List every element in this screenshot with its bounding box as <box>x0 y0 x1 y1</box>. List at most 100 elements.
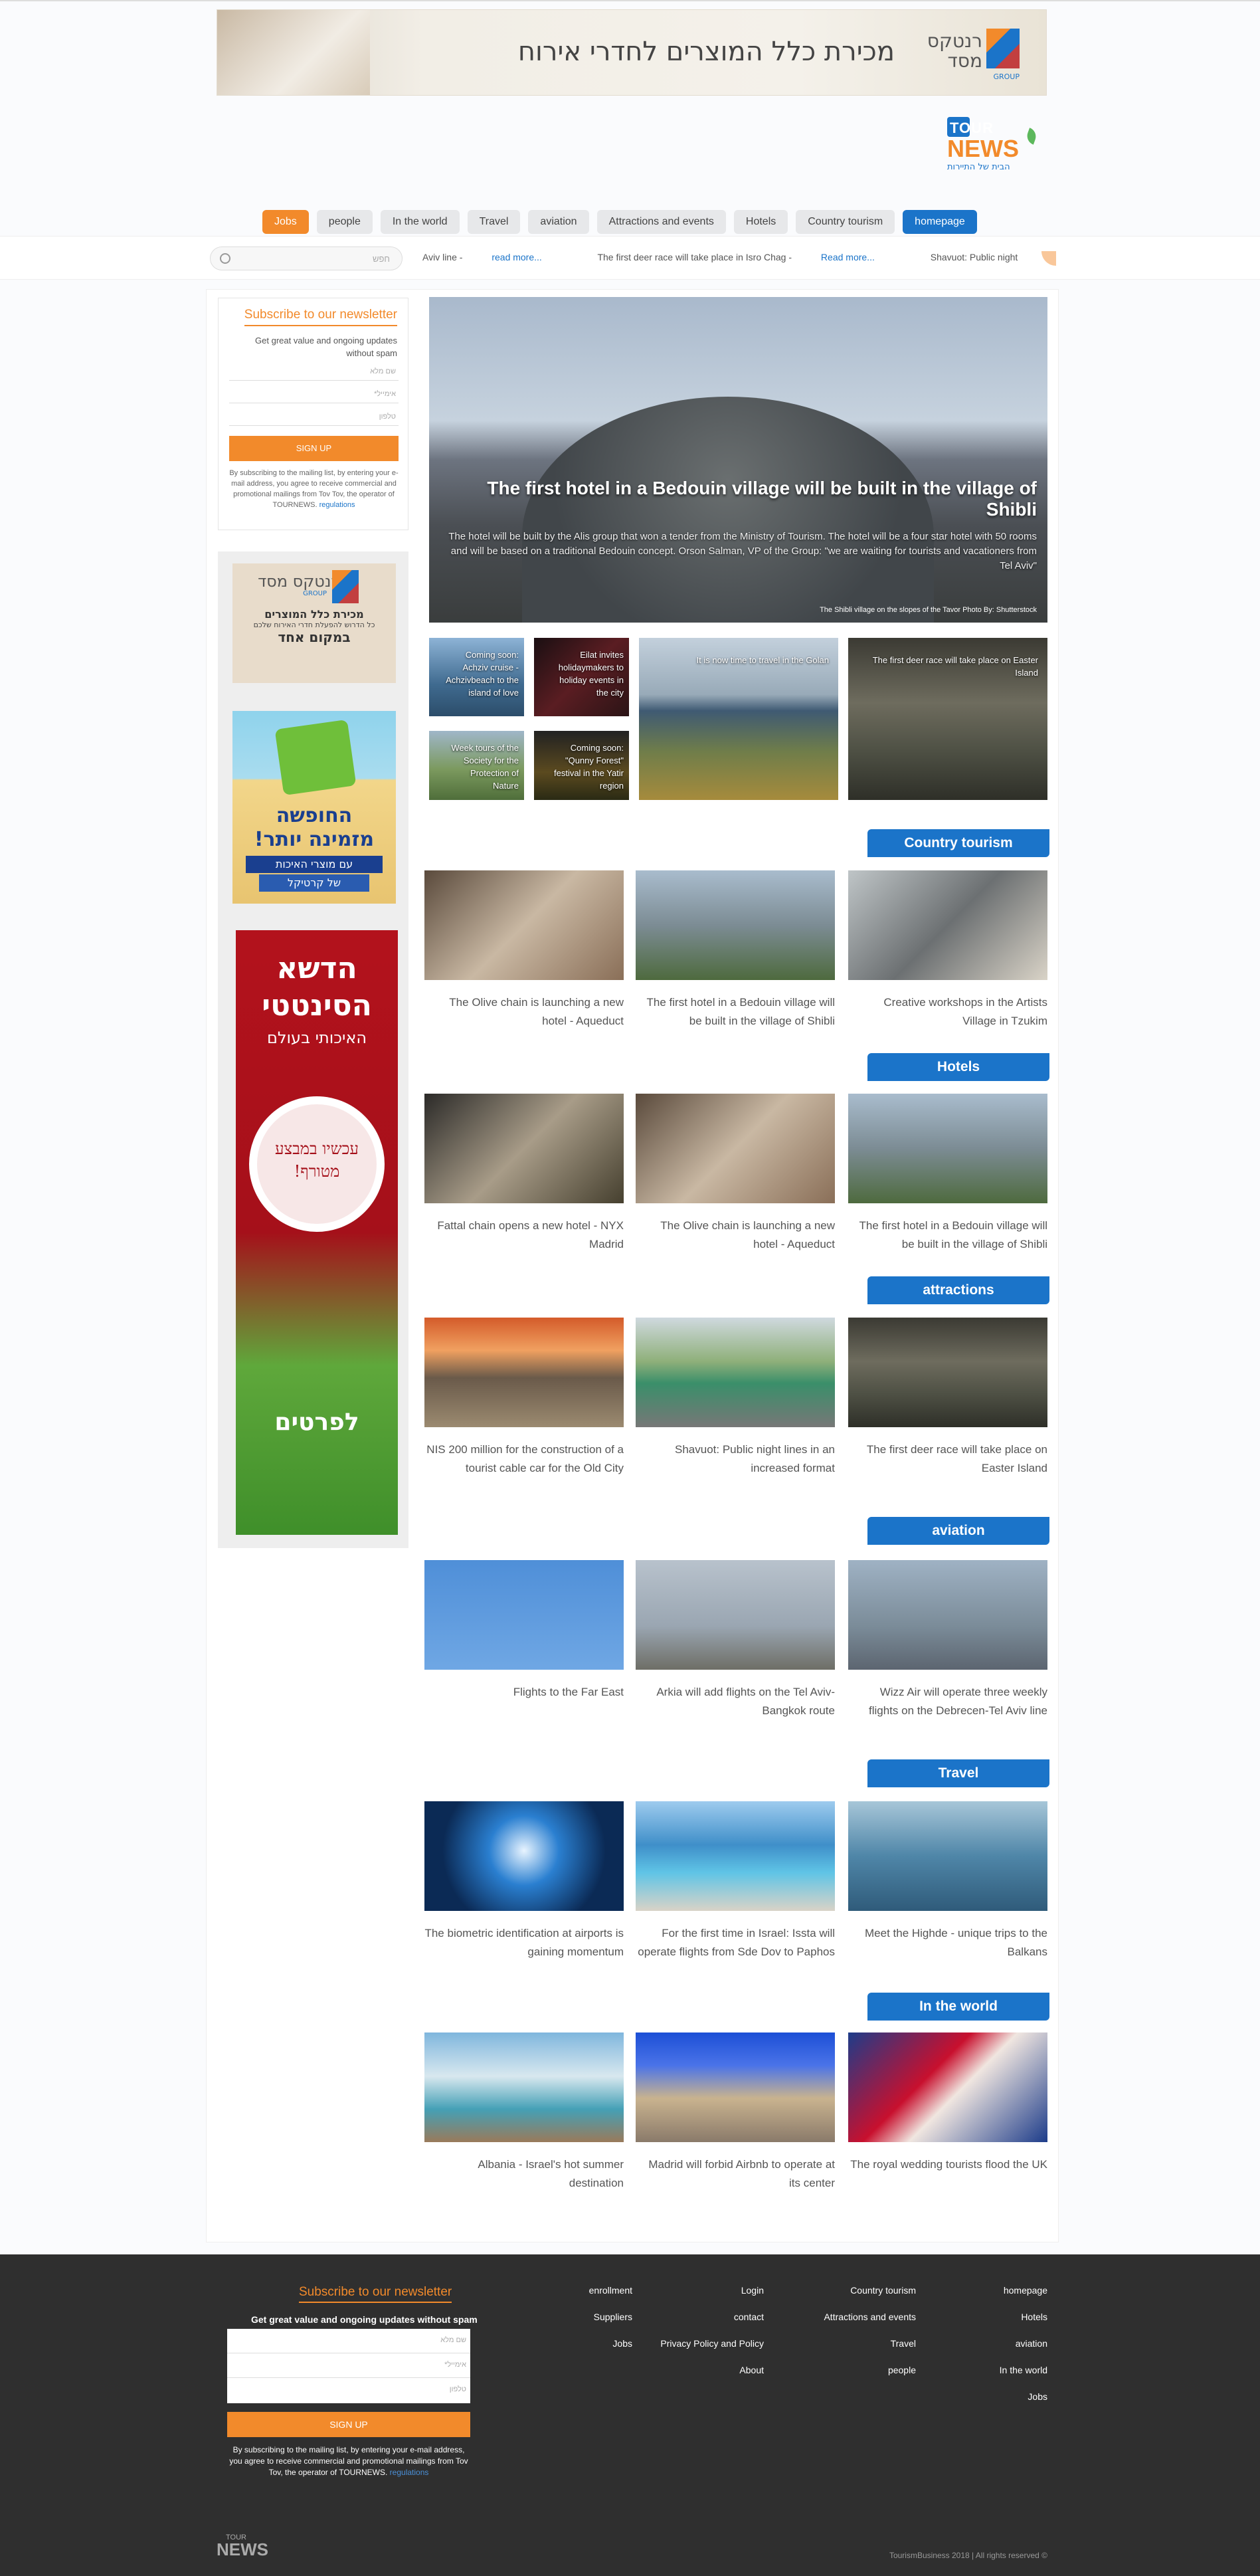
article-thumbnail[interactable] <box>424 1094 624 1203</box>
rss-icon[interactable] <box>1041 251 1056 266</box>
mini-article[interactable]: The first deer race will take place on E… <box>848 638 1047 800</box>
footer-link-contact[interactable]: contact <box>734 2312 764 2322</box>
section-header[interactable]: aviation <box>867 1517 1049 1545</box>
article-title[interactable]: The first hotel in a Bedouin village wil… <box>848 1217 1047 1254</box>
article-title[interactable]: Albania - Israel's hot summer destinatio… <box>424 2155 624 2193</box>
footer-link-travel[interactable]: Travel <box>891 2338 916 2349</box>
article-thumbnail[interactable] <box>424 1318 624 1427</box>
ticker-item[interactable]: Aviv line - read more... <box>422 252 569 262</box>
article-card[interactable]: NIS 200 million for the construction of … <box>424 1318 624 1478</box>
footer-link-hotels[interactable]: Hotels <box>1021 2312 1047 2322</box>
article-thumbnail[interactable] <box>424 1801 624 1911</box>
nav-aviation[interactable]: aviation <box>528 210 589 234</box>
article-thumbnail[interactable] <box>424 2032 624 2142</box>
footer-link-attractions[interactable]: Attractions and events <box>824 2312 916 2322</box>
article-card[interactable]: For the first time in Israel: Issta will… <box>636 1801 835 1961</box>
mini-article[interactable]: Coming soon: Achziv cruise - Achzivbeach… <box>429 638 524 716</box>
article-card[interactable]: The first hotel in a Bedouin village wil… <box>636 870 835 1031</box>
footer-link-homepage[interactable]: homepage <box>1004 2285 1047 2296</box>
section-header[interactable]: Hotels <box>867 1053 1049 1081</box>
ad-holiday[interactable]: החופשה מזמינה יותר! עם מוצרי האיכות של ק… <box>232 711 396 904</box>
article-thumbnail[interactable] <box>424 870 624 980</box>
article-thumbnail[interactable] <box>636 1318 835 1427</box>
article-card[interactable]: The royal wedding tourists flood the UK <box>848 2032 1047 2174</box>
article-card[interactable]: Shavuot: Public night lines in an increa… <box>636 1318 835 1478</box>
footer-email-field[interactable]: אימייל* <box>227 2353 470 2378</box>
footer-link-about[interactable]: About <box>739 2365 764 2375</box>
hero-title[interactable]: The first hotel in a Bedouin village wil… <box>439 478 1037 520</box>
article-title[interactable]: The first hotel in a Bedouin village wil… <box>636 993 835 1031</box>
section-header[interactable]: Travel <box>867 1759 1049 1787</box>
mini-article[interactable]: Week tours of the Society for the Protec… <box>429 731 524 800</box>
search-icon[interactable] <box>220 253 230 264</box>
article-thumbnail[interactable] <box>848 1318 1047 1427</box>
article-thumbnail[interactable] <box>636 870 835 980</box>
footer-link-country-tourism[interactable]: Country tourism <box>850 2285 916 2296</box>
article-card[interactable]: Madrid will forbid Airbnb to operate at … <box>636 2032 835 2193</box>
phone-field[interactable]: טלפון <box>229 407 399 426</box>
mini-article[interactable]: Coming soon: "Qunny Forest" festival in … <box>534 731 629 800</box>
article-thumbnail[interactable] <box>848 1801 1047 1911</box>
nav-travel[interactable]: Travel <box>467 210 521 234</box>
nav-in-the-world[interactable]: In the world <box>380 210 460 234</box>
name-field[interactable]: שם מלא <box>229 362 399 381</box>
footer-regulations-link[interactable]: regulations <box>390 2468 429 2477</box>
section-header[interactable]: In the world <box>867 1993 1049 2021</box>
article-card[interactable]: Albania - Israel's hot summer destinatio… <box>424 2032 624 2193</box>
article-title[interactable]: For the first time in Israel: Issta will… <box>636 1924 835 1961</box>
nav-country-tourism[interactable]: Country tourism <box>796 210 895 234</box>
article-title[interactable]: Wizz Air will operate three weekly fligh… <box>848 1683 1047 1720</box>
ticker-item[interactable]: Shavuot: Public night lines in an increa… <box>931 252 1020 262</box>
search-box[interactable]: חפש <box>210 247 403 270</box>
article-title[interactable]: Shavuot: Public night lines in an increa… <box>636 1440 835 1478</box>
article-card[interactable]: Flights to the Far East <box>424 1560 624 1702</box>
footer-link-privacy[interactable]: Privacy Policy and Policy <box>660 2338 764 2349</box>
article-card[interactable]: The Olive chain is launching a new hotel… <box>636 1094 835 1254</box>
article-title[interactable]: The first deer race will take place on E… <box>848 1440 1047 1478</box>
nav-jobs[interactable]: Jobs <box>262 210 309 234</box>
footer-logo[interactable]: TOUR NEWS <box>217 2533 270 2560</box>
article-card[interactable]: The first hotel in a Bedouin village wil… <box>848 1094 1047 1254</box>
ad-rentex[interactable]: רנטקס מסד GROUP מכירת כלל המוצרים כל הדר… <box>232 563 396 683</box>
article-card[interactable]: Meet the Highde - unique trips to the Ba… <box>848 1801 1047 1961</box>
article-title[interactable]: Madrid will forbid Airbnb to operate at … <box>636 2155 835 2193</box>
article-title[interactable]: Flights to the Far East <box>424 1683 624 1702</box>
article-thumbnail[interactable] <box>636 1801 835 1911</box>
article-card[interactable]: The Olive chain is launching a new hotel… <box>424 870 624 1031</box>
article-title[interactable]: The biometric identification at airports… <box>424 1924 624 1961</box>
hero-article[interactable]: The first hotel in a Bedouin village wil… <box>429 297 1047 623</box>
footer-link-aviation[interactable]: aviation <box>1016 2338 1047 2349</box>
ad-synthetic-grass[interactable]: הדשא הסינטטי האיכותי בעולם עכשיו במבצע מ… <box>236 930 398 1535</box>
footer-link-jobs-2[interactable]: Jobs <box>1028 2391 1047 2402</box>
article-thumbnail[interactable] <box>848 1094 1047 1203</box>
mini-article[interactable]: It is now time to travel in the Golan <box>639 638 838 800</box>
article-title[interactable]: The Olive chain is launching a new hotel… <box>636 1217 835 1254</box>
top-banner-ad[interactable]: מכירת כלל המוצרים לחדרי אירוח רנטקס מסד … <box>217 9 1047 96</box>
article-thumbnail[interactable] <box>424 1560 624 1670</box>
footer-link-login[interactable]: Login <box>741 2285 764 2296</box>
article-title[interactable]: NIS 200 million for the construction of … <box>424 1440 624 1478</box>
search-input[interactable]: חפש <box>373 254 390 264</box>
article-card[interactable]: Fattal chain opens a new hotel - NYX Mad… <box>424 1094 624 1254</box>
article-card[interactable]: Creative workshops in the Artists Villag… <box>848 870 1047 1031</box>
footer-link-in-the-world[interactable]: In the world <box>1000 2365 1047 2375</box>
article-title[interactable]: Meet the Highde - unique trips to the Ba… <box>848 1924 1047 1961</box>
ticker-item[interactable]: The first deer race will take place in I… <box>597 252 901 262</box>
email-field[interactable]: אימייל* <box>229 385 399 403</box>
footer-phone-field[interactable]: טלפון <box>227 2378 470 2403</box>
footer-link-enrollment[interactable]: enrollment <box>589 2285 632 2296</box>
nav-people[interactable]: people <box>316 210 373 234</box>
article-thumbnail[interactable] <box>848 870 1047 980</box>
footer-link-people[interactable]: people <box>888 2365 916 2375</box>
article-card[interactable]: Arkia will add flights on the Tel Aviv-B… <box>636 1560 835 1720</box>
nav-homepage[interactable]: homepage <box>903 210 977 234</box>
article-title[interactable]: Arkia will add flights on the Tel Aviv-B… <box>636 1683 835 1720</box>
article-thumbnail[interactable] <box>848 2032 1047 2142</box>
footer-link-jobs[interactable]: Jobs <box>612 2338 632 2349</box>
mini-article[interactable]: Eilat invites holidaymakers to holiday e… <box>534 638 629 716</box>
article-thumbnail[interactable] <box>848 1560 1047 1670</box>
article-title[interactable]: The royal wedding tourists flood the UK <box>848 2155 1047 2174</box>
article-card[interactable]: Wizz Air will operate three weekly fligh… <box>848 1560 1047 1720</box>
nav-attractions[interactable]: Attractions and events <box>596 210 726 234</box>
article-thumbnail[interactable] <box>636 1560 835 1670</box>
